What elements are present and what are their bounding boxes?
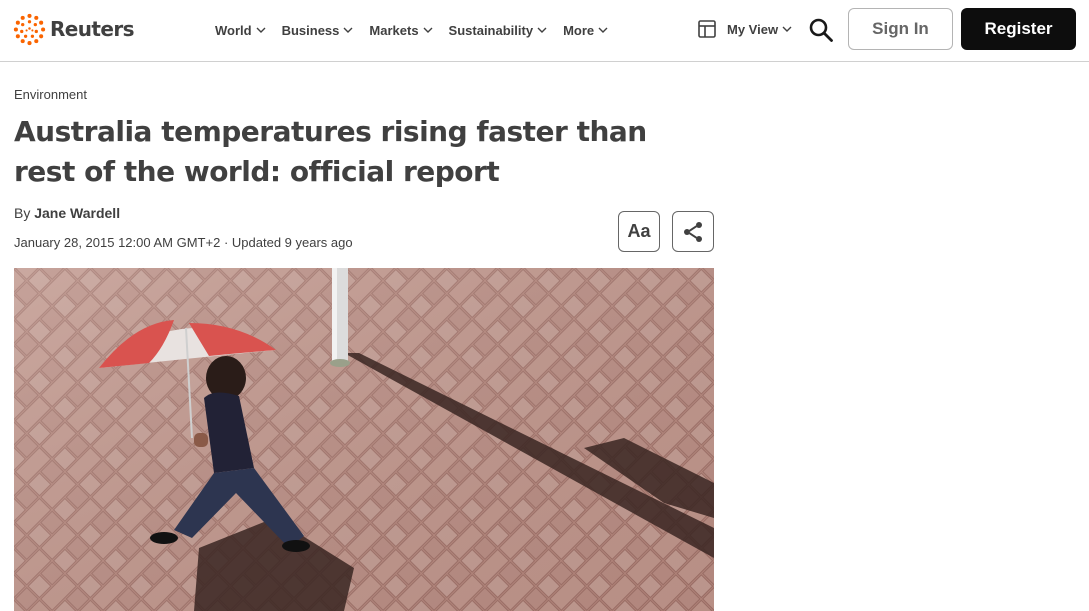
share-button[interactable] <box>672 211 714 252</box>
nav-item-more[interactable]: More <box>563 20 608 40</box>
chevron-down-icon <box>537 27 547 33</box>
nav-item-label: World <box>215 22 252 38</box>
main-nav: World Business Markets Sustainability Mo… <box>215 20 624 40</box>
chevron-down-icon <box>423 27 433 33</box>
article-headline: Australia temperatures rising faster tha… <box>14 115 647 188</box>
byline: By Jane Wardell <box>14 205 120 221</box>
site-header: Reuters World Business Markets Sustainab… <box>0 0 1089 62</box>
reuters-logo[interactable]: Reuters <box>13 12 135 46</box>
author-link[interactable]: Jane Wardell <box>34 205 120 221</box>
nav-item-world[interactable]: World <box>215 20 266 40</box>
nav-item-label: Business <box>281 22 340 38</box>
sign-in-button[interactable]: Sign In <box>848 8 953 50</box>
dateline: January 28, 2015 12:00 AM GMT+2 · Update… <box>14 235 353 250</box>
updated-time: · Updated 9 years ago <box>223 235 353 250</box>
byline-prefix: By <box>14 205 31 221</box>
register-button[interactable]: Register <box>961 8 1076 50</box>
search-icon[interactable] <box>808 17 834 43</box>
my-view-label: My View <box>727 21 779 37</box>
font-size-button[interactable]: Aa <box>618 211 660 252</box>
article-category-link[interactable]: Environment <box>14 87 87 102</box>
chevron-down-icon <box>782 26 792 32</box>
chevron-down-icon <box>256 27 266 33</box>
nav-item-label: Markets <box>369 22 419 38</box>
chevron-down-icon <box>598 27 608 33</box>
chevron-down-icon <box>343 27 353 33</box>
layout-icon <box>698 20 716 38</box>
nav-item-business[interactable]: Business <box>282 20 354 40</box>
nav-item-markets[interactable]: Markets <box>369 20 433 40</box>
nav-item-label: Sustainability <box>448 22 534 38</box>
publish-date: January 28, 2015 12:00 AM GMT+2 <box>14 235 221 250</box>
logo-text: Reuters <box>50 17 135 41</box>
article-hero-image <box>14 268 714 611</box>
share-icon <box>684 221 702 242</box>
nav-item-label: More <box>563 22 595 38</box>
my-view-menu[interactable]: My View <box>697 19 792 39</box>
nav-item-sustainability[interactable]: Sustainability <box>449 20 548 40</box>
reuters-logo-icon <box>13 13 46 45</box>
hero-photo <box>14 268 714 611</box>
